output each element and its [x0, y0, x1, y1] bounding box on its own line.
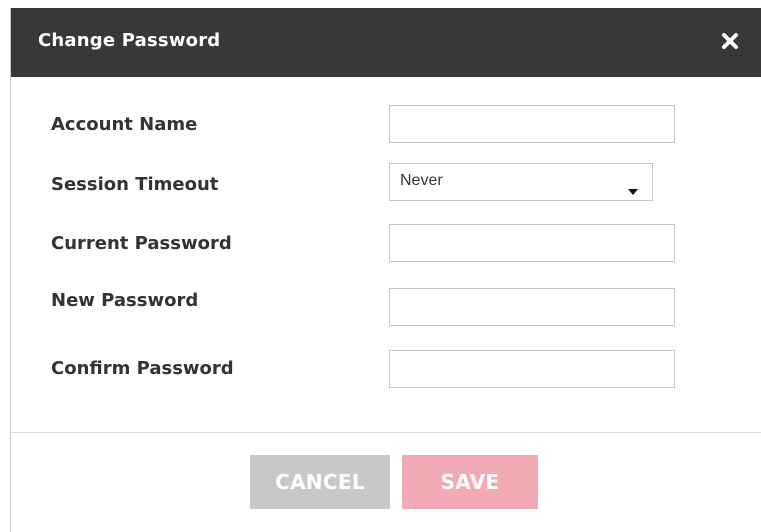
new-password-input[interactable]: [389, 288, 675, 326]
change-password-dialog: Change Password Account Name Session Tim…: [10, 8, 761, 532]
close-icon[interactable]: [721, 26, 743, 56]
confirm-password-label: Confirm Password: [51, 358, 234, 379]
current-password-input[interactable]: [389, 224, 675, 262]
session-timeout-value: Never: [400, 172, 443, 189]
account-name-label: Account Name: [51, 114, 198, 135]
save-button[interactable]: SAVE: [402, 455, 538, 509]
cancel-button[interactable]: CANCEL: [250, 455, 390, 509]
caret-down-icon: [628, 180, 638, 199]
footer-divider: [11, 432, 761, 433]
session-timeout-select[interactable]: Never: [389, 163, 653, 201]
current-password-label: Current Password: [51, 233, 232, 254]
dialog-title: Change Password: [38, 30, 221, 51]
session-timeout-label: Session Timeout: [51, 174, 219, 195]
account-name-input[interactable]: [389, 105, 675, 143]
dialog-titlebar: Change Password: [11, 8, 761, 77]
new-password-label: New Password: [51, 290, 199, 311]
confirm-password-input[interactable]: [389, 350, 675, 388]
